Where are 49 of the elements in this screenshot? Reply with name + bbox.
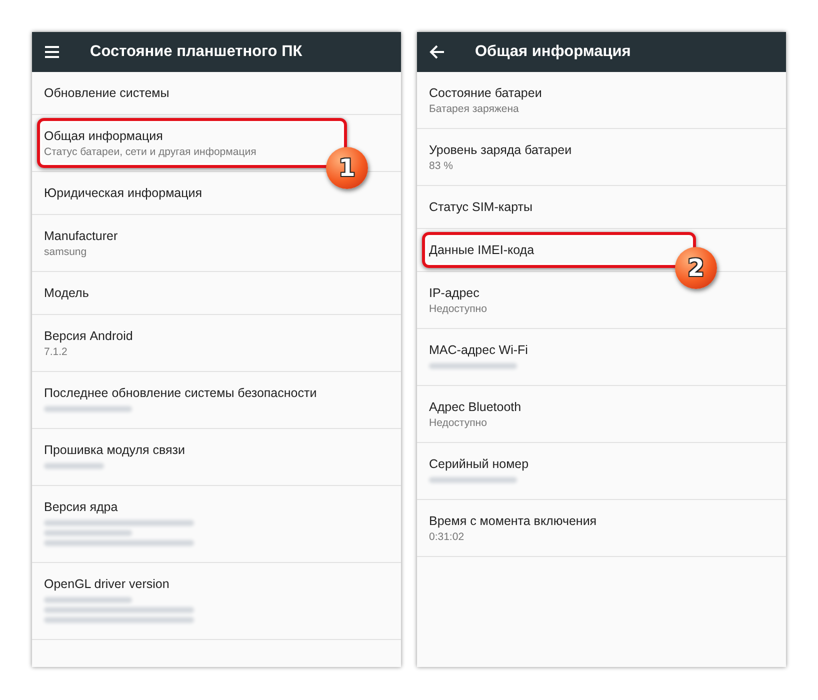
blurred-text <box>44 463 104 469</box>
item-summary: 7.1.2 <box>44 345 68 359</box>
item-title: Время с момента включения <box>429 513 598 530</box>
settings-item[interactable]: Последнее обновление системы безопасности <box>32 372 401 429</box>
item-title: MAC-адрес Wi-Fi <box>429 342 529 359</box>
item-title: Адрес Bluetooth <box>429 399 522 416</box>
item-title: OpenGL driver version <box>44 576 170 593</box>
item-title: Версия ядра <box>44 499 119 516</box>
item-summary: Недоступно <box>429 302 488 316</box>
settings-item[interactable]: Версия Android 7.1.2 <box>32 315 401 372</box>
settings-item[interactable]: Серийный номер <box>417 443 786 500</box>
item-title: Версия Android <box>44 328 134 345</box>
settings-item[interactable]: Версия ядра <box>32 486 401 563</box>
callout-badge: 1 <box>326 147 368 189</box>
item-summary: Батарея заряжена <box>429 102 520 116</box>
item-summary: 83 % <box>429 159 454 173</box>
item-title: Обновление системы <box>44 85 170 102</box>
screen-title: Состояние планшетного ПК <box>90 43 302 61</box>
item-title: Модель <box>44 285 90 302</box>
settings-item[interactable]: Уровень заряда батареи 83 % <box>417 129 786 186</box>
settings-item[interactable]: Адрес Bluetooth Недоступно <box>417 386 786 443</box>
settings-item[interactable]: Manufacturer samsung <box>32 215 401 272</box>
settings-item[interactable]: Статус SIM-карты <box>417 186 786 229</box>
settings-item[interactable]: Прошивка модуля связи <box>32 429 401 486</box>
settings-item[interactable]: OpenGL driver version <box>32 563 401 640</box>
item-title: Юридическая информация <box>44 185 204 202</box>
item-summary: Статус батареи, сети и другая информация <box>44 145 258 159</box>
menu-icon[interactable] <box>44 44 60 60</box>
item-title: Статус SIM-карты <box>429 199 534 216</box>
item-summary: 0:31:02 <box>429 530 466 544</box>
settings-item[interactable]: Время с момента включения 0:31:02 <box>417 500 786 557</box>
item-title: Manufacturer <box>44 228 119 245</box>
settings-item[interactable]: Состояние батареи Батарея заряжена <box>417 72 786 129</box>
item-summary: samsung <box>44 245 88 259</box>
item-title: Серийный номер <box>429 456 530 473</box>
settings-item[interactable]: MAC-адрес Wi-Fi <box>417 329 786 386</box>
item-title: Состояние батареи <box>429 85 543 102</box>
screen-title: Общая информация <box>475 43 631 61</box>
item-title: Прошивка модуля связи <box>44 442 186 459</box>
back-arrow-icon[interactable] <box>429 44 445 60</box>
item-title: Последнее обновление системы безопасности <box>44 385 318 402</box>
settings-item[interactable]: Обновление системы <box>32 72 401 115</box>
item-title: Уровень заряда батареи <box>429 142 573 159</box>
item-summary: Недоступно <box>429 416 488 430</box>
item-title: Общая информация <box>44 128 164 145</box>
item-title: Данные IMEI-кода <box>429 242 536 259</box>
settings-item[interactable]: Модель <box>32 272 401 315</box>
item-title: IP-адрес <box>429 285 480 302</box>
callout-badge: 2 <box>675 247 717 289</box>
